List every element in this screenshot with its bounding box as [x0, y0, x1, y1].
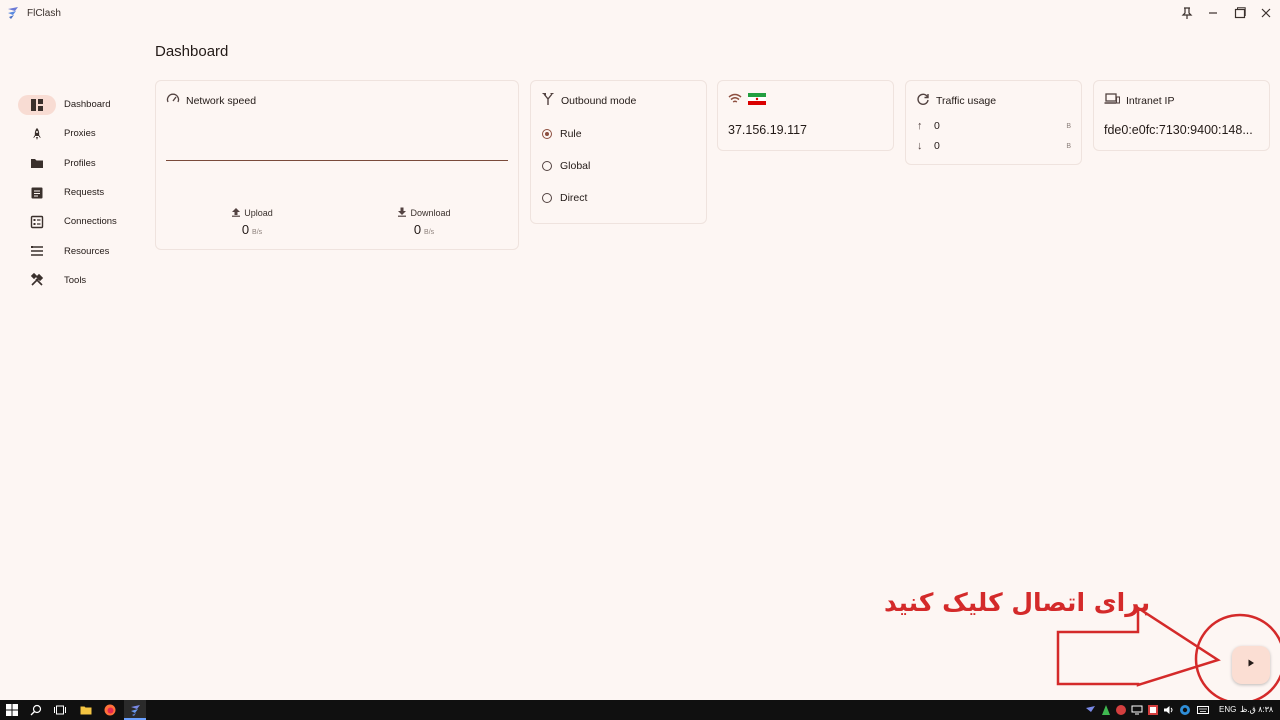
- upload-value: 0: [241, 222, 250, 237]
- sidebar-item-connections[interactable]: Connections: [18, 207, 138, 236]
- intranet-ip-value: fde0:e0fc:7130:9400:148...: [1104, 123, 1253, 137]
- traffic-down-row: ↓ 0 B: [917, 140, 1071, 152]
- mode-option-direct[interactable]: Direct: [542, 192, 587, 204]
- intranet-ip-card[interactable]: Intranet IP fde0:e0fc:7130:9400:148...: [1093, 80, 1270, 151]
- page-title: Dashboard: [155, 43, 229, 60]
- dashboard-icon: [18, 94, 56, 115]
- tray-network-icon[interactable]: [1130, 703, 1144, 717]
- file-explorer-icon[interactable]: [79, 703, 93, 717]
- traffic-up-unit: B: [1066, 122, 1071, 130]
- sidebar-item-label: Requests: [64, 187, 105, 199]
- resources-icon: [24, 241, 50, 261]
- mode-option-label: Rule: [560, 128, 582, 140]
- close-icon[interactable]: [1258, 5, 1274, 21]
- keyboard-icon[interactable]: [1196, 703, 1210, 717]
- download-label: Download: [410, 208, 451, 218]
- connections-icon: [24, 212, 50, 232]
- radio-selected-icon[interactable]: [542, 129, 552, 139]
- play-icon: [1245, 656, 1257, 674]
- wifi-icon: [728, 92, 742, 109]
- upload-stat: Upload 0 B/s: [212, 207, 292, 237]
- refresh-circle-icon: [916, 92, 930, 109]
- start-connection-button[interactable]: [1232, 646, 1270, 684]
- download-stat: Download 0 B/s: [384, 207, 464, 237]
- network-speed-title: Network speed: [186, 94, 257, 107]
- windows-start-icon[interactable]: [5, 703, 19, 717]
- tray-app-blue-icon[interactable]: [1178, 703, 1192, 717]
- traffic-up-row: ↑ 0 B: [917, 120, 1071, 132]
- mode-option-label: Global: [560, 160, 591, 172]
- sidebar-item-label: Resources: [64, 245, 110, 257]
- flclash-taskbar-icon[interactable]: [128, 703, 142, 717]
- pin-icon[interactable]: [1179, 5, 1195, 21]
- task-view-icon[interactable]: [53, 703, 67, 717]
- sidebar-item-resources[interactable]: Resources: [18, 236, 138, 265]
- sidebar-item-label: Tools: [64, 274, 87, 286]
- sidebar-item-tools[interactable]: Tools: [18, 266, 138, 295]
- arrow-down-icon: ↓: [917, 140, 923, 152]
- tray-app-red-icon[interactable]: [1114, 703, 1128, 717]
- mode-option-global[interactable]: Global: [542, 160, 590, 172]
- public-ip-value: 37.156.19.117: [728, 123, 808, 137]
- download-unit: B/s: [424, 229, 435, 236]
- tray-antivirus-icon[interactable]: [1146, 703, 1160, 717]
- tray-flclash-icon[interactable]: [1083, 703, 1097, 717]
- traffic-usage-card: Traffic usage ↑ 0 B ↓ 0 B: [905, 80, 1082, 165]
- list-doc-icon: [24, 183, 50, 203]
- outbound-mode-title: Outbound mode: [561, 94, 637, 107]
- taskbar: ENG ۸:۳۸ ق.ظ: [0, 700, 1280, 720]
- traffic-usage-header: Traffic usage: [916, 92, 996, 109]
- network-speed-card: Network speed Upload 0 B/s Download 0 B/s: [155, 80, 519, 250]
- taskbar-clock[interactable]: ۸:۳۸ ق.ظ: [1240, 705, 1273, 714]
- sidebar-item-profiles[interactable]: Profiles: [18, 149, 138, 178]
- mode-option-rule[interactable]: Rule: [542, 128, 582, 140]
- upload-label: Upload: [244, 208, 273, 218]
- upload-icon: [231, 207, 241, 219]
- arrow-up-icon: ↑: [917, 120, 923, 132]
- minimize-icon[interactable]: [1205, 5, 1221, 21]
- radio-unselected-icon[interactable]: [542, 193, 552, 203]
- maximize-icon[interactable]: [1232, 5, 1248, 21]
- download-icon: [397, 207, 407, 219]
- outbound-mode-card: Outbound mode Rule Global Direct: [530, 80, 707, 224]
- tray-app-green-icon[interactable]: [1099, 703, 1113, 717]
- devices-icon: [1104, 92, 1121, 109]
- traffic-up-value: 0: [934, 120, 940, 132]
- iran-flag-icon: [748, 93, 766, 108]
- network-speed-header: Network speed: [166, 92, 256, 109]
- sidebar-item-label: Connections: [64, 216, 117, 228]
- speed-chart-line: [166, 160, 508, 161]
- outbound-mode-header: Outbound mode: [541, 92, 636, 109]
- volume-icon[interactable]: [1162, 703, 1176, 717]
- upload-unit: B/s: [252, 229, 263, 236]
- title-bar: FlClash: [0, 0, 1280, 28]
- intranet-ip-header: Intranet IP: [1104, 92, 1174, 109]
- network-detection-card[interactable]: 37.156.19.117: [717, 80, 894, 151]
- radio-unselected-icon[interactable]: [542, 161, 552, 171]
- sidebar-item-requests[interactable]: Requests: [18, 178, 138, 207]
- firefox-icon[interactable]: [103, 703, 117, 717]
- sidebar-item-label: Profiles: [64, 157, 96, 169]
- download-value: 0: [413, 222, 422, 237]
- rocket-icon: [24, 124, 50, 144]
- language-indicator[interactable]: ENG: [1219, 705, 1236, 714]
- flclash-logo-icon: [6, 6, 20, 20]
- search-icon[interactable]: [29, 703, 43, 717]
- intranet-ip-title: Intranet IP: [1126, 94, 1175, 107]
- network-detection-header: [728, 92, 766, 109]
- traffic-down-unit: B: [1066, 142, 1071, 150]
- sidebar-item-dashboard[interactable]: Dashboard: [18, 90, 138, 119]
- fork-icon: [541, 92, 555, 109]
- tools-icon: [24, 270, 50, 290]
- window-title: FlClash: [27, 8, 61, 19]
- sidebar-nav: Dashboard Proxies Profiles Requests Conn…: [18, 90, 138, 295]
- folder-icon: [24, 153, 50, 173]
- sidebar-item-proxies[interactable]: Proxies: [18, 119, 138, 148]
- mode-option-label: Direct: [560, 192, 588, 204]
- speedometer-icon: [166, 92, 180, 109]
- traffic-usage-title: Traffic usage: [936, 94, 997, 107]
- traffic-down-value: 0: [934, 140, 940, 152]
- sidebar-item-label: Dashboard: [64, 99, 111, 111]
- sidebar-item-label: Proxies: [64, 128, 96, 140]
